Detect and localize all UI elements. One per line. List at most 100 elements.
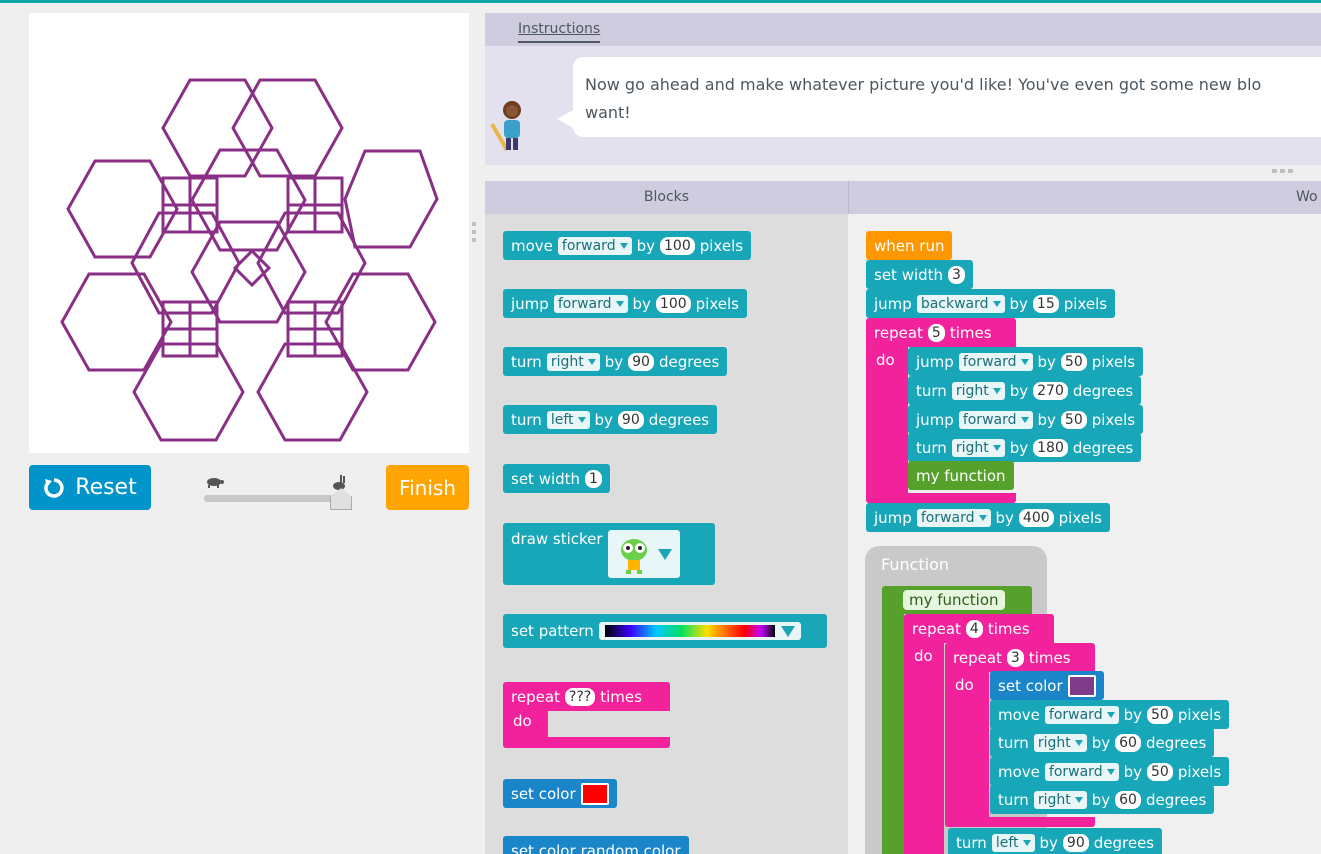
- resize-handle-icon[interactable]: [1272, 169, 1296, 173]
- jump-block[interactable]: jump forward by 100 pixels: [503, 289, 747, 318]
- width-input[interactable]: 1: [585, 469, 602, 488]
- amount-input[interactable]: 60: [1115, 790, 1141, 809]
- turn-right-block[interactable]: turn right by 60 degrees: [990, 785, 1215, 814]
- amount-input[interactable]: 50: [1147, 762, 1173, 781]
- direction-dropdown[interactable]: forward: [958, 410, 1033, 429]
- direction-dropdown[interactable]: backward: [916, 294, 1005, 313]
- block-unit: degrees: [1145, 733, 1207, 752]
- direction-dropdown[interactable]: forward: [553, 294, 628, 313]
- amount-input[interactable]: 50: [1060, 352, 1087, 371]
- block-label: set color: [998, 676, 1063, 695]
- block-unit: pixels: [1091, 352, 1136, 371]
- workspace: when run set width 3 jump backward by 15…: [849, 214, 1321, 854]
- amount-input[interactable]: 60: [1115, 733, 1141, 752]
- block-label: set color: [511, 841, 576, 854]
- set-color-block[interactable]: set color: [990, 671, 1104, 700]
- speed-slider[interactable]: [202, 474, 352, 510]
- block-verb: turn: [916, 438, 947, 457]
- instructions-bubble: Now go ahead and make whatever picture y…: [573, 57, 1321, 137]
- block-label: when run: [874, 236, 945, 255]
- repeat-count-input[interactable]: 3: [1006, 648, 1024, 667]
- block-unit: pixels: [699, 236, 744, 255]
- color-swatch[interactable]: [580, 782, 609, 805]
- slider-track[interactable]: [204, 495, 344, 502]
- finish-button[interactable]: Finish: [386, 465, 469, 510]
- set-pattern-block[interactable]: set pattern: [503, 614, 827, 648]
- move-block[interactable]: move forward by 100 pixels: [503, 231, 752, 260]
- random-color-value[interactable]: random color: [581, 841, 681, 854]
- repeat-count-input[interactable]: 5: [927, 323, 945, 342]
- direction-dropdown[interactable]: right: [546, 352, 600, 371]
- direction-dropdown[interactable]: forward: [916, 508, 991, 527]
- jump-backward-block[interactable]: jump backward by 15 pixels: [866, 289, 1116, 318]
- amount-input[interactable]: 180: [1033, 438, 1068, 457]
- call-my-function-block[interactable]: my function: [908, 461, 1014, 490]
- block-verb: move: [998, 705, 1040, 724]
- direction-dropdown[interactable]: forward: [1044, 762, 1119, 781]
- amount-input[interactable]: 15: [1032, 294, 1059, 313]
- turn-left-block[interactable]: turn left by 90 degrees: [948, 828, 1163, 854]
- width-input[interactable]: 3: [948, 265, 965, 284]
- set-color-block[interactable]: set color: [503, 779, 617, 808]
- set-color-random-block[interactable]: set color random color: [503, 836, 689, 854]
- block-verb: turn: [511, 352, 542, 371]
- block-do: do: [513, 712, 532, 730]
- editor-headers: Blocks Wo: [485, 181, 1321, 214]
- block-unit: pixels: [1177, 762, 1222, 781]
- function-name-input[interactable]: my function: [903, 590, 1005, 610]
- block-unit: pixels: [1063, 294, 1108, 313]
- turn-right-block[interactable]: turn right by 90 degrees: [503, 347, 728, 376]
- direction-dropdown[interactable]: forward: [557, 236, 632, 255]
- splitter-grip-icon[interactable]: [471, 222, 477, 242]
- repeat-block[interactable]: repeat ??? times do: [503, 682, 670, 748]
- direction-dropdown[interactable]: left: [991, 833, 1035, 852]
- reset-button[interactable]: Reset: [29, 465, 151, 510]
- direction-dropdown[interactable]: right: [1033, 790, 1087, 809]
- tab-instructions[interactable]: Instructions: [518, 21, 601, 43]
- amount-input[interactable]: 50: [1060, 410, 1087, 429]
- direction-dropdown[interactable]: left: [546, 410, 590, 429]
- set-width-block[interactable]: set width 1: [503, 464, 610, 493]
- amount-input[interactable]: 100: [660, 236, 695, 255]
- direction-dropdown[interactable]: right: [951, 381, 1005, 400]
- block-verb: turn: [511, 410, 542, 429]
- block-label: repeat: [511, 687, 560, 706]
- jump-forward-block[interactable]: jump forward by 50 pixels: [908, 347, 1144, 376]
- block-by: by: [1123, 705, 1142, 724]
- sticker-dropdown[interactable]: [607, 530, 680, 578]
- turn-left-block[interactable]: turn left by 90 degrees: [503, 405, 718, 434]
- amount-input[interactable]: 90: [1062, 833, 1089, 852]
- set-width-block[interactable]: set width 3: [866, 260, 973, 289]
- block-by: by: [1009, 294, 1028, 313]
- turn-right-block[interactable]: turn right by 60 degrees: [990, 728, 1215, 757]
- drawing-canvas: [29, 13, 469, 453]
- chevron-down-icon: [780, 625, 795, 637]
- repeat-header: repeat 3 times: [945, 643, 1079, 672]
- amount-input[interactable]: 90: [617, 410, 644, 429]
- jump-forward-block[interactable]: jump forward by 50 pixels: [908, 405, 1144, 434]
- color-swatch[interactable]: [1067, 674, 1096, 697]
- repeat-count-input[interactable]: ???: [564, 687, 596, 706]
- amount-input[interactable]: 90: [628, 352, 654, 371]
- move-forward-block[interactable]: move forward by 50 pixels: [990, 700, 1230, 729]
- turn-right-block[interactable]: turn right by 180 degrees: [908, 433, 1142, 462]
- amount-input[interactable]: 50: [1147, 705, 1173, 724]
- reset-label: Reset: [75, 475, 137, 500]
- turn-right-block[interactable]: turn right by 270 degrees: [908, 376, 1142, 405]
- amount-input[interactable]: 100: [655, 294, 691, 313]
- block-label: set width: [511, 469, 581, 488]
- when-run-block[interactable]: when run: [866, 231, 953, 260]
- jump-forward-block[interactable]: jump forward by 400 pixels: [866, 503, 1110, 532]
- pattern-dropdown[interactable]: [598, 622, 801, 640]
- repeat-count-input[interactable]: 4: [965, 619, 983, 638]
- block-unit: pixels: [1177, 705, 1222, 724]
- direction-dropdown[interactable]: right: [1033, 733, 1087, 752]
- direction-dropdown[interactable]: forward: [1044, 705, 1119, 724]
- amount-input[interactable]: 400: [1018, 508, 1054, 527]
- direction-dropdown[interactable]: right: [951, 438, 1005, 457]
- block-verb: jump: [511, 294, 549, 313]
- move-forward-block[interactable]: move forward by 50 pixels: [990, 757, 1230, 786]
- amount-input[interactable]: 270: [1033, 381, 1068, 400]
- draw-sticker-block[interactable]: draw sticker: [503, 523, 715, 585]
- direction-dropdown[interactable]: forward: [958, 352, 1033, 371]
